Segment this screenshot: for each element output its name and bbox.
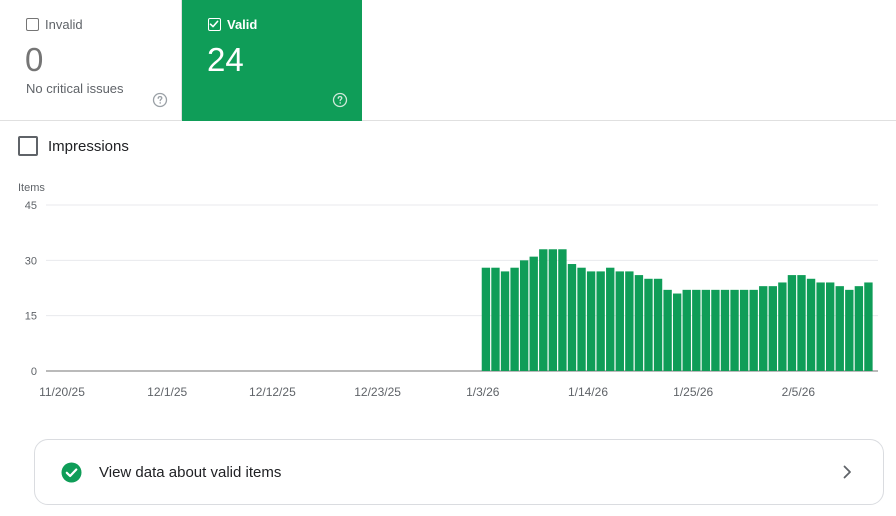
x-tick-label: 1/3/26 xyxy=(466,385,500,399)
view-valid-items-label: View data about valid items xyxy=(99,464,282,481)
help-circle-icon[interactable] xyxy=(152,92,168,108)
x-tick-label: 12/23/25 xyxy=(354,385,401,399)
bar xyxy=(625,271,634,371)
bar xyxy=(644,278,653,371)
invalid-checkbox[interactable] xyxy=(26,18,39,31)
bar xyxy=(634,275,644,371)
y-tick-label: 0 xyxy=(31,366,37,378)
impressions-toggle[interactable]: Impressions xyxy=(18,136,129,156)
bar xyxy=(510,267,519,371)
bar xyxy=(606,267,615,371)
bar xyxy=(864,282,873,371)
x-tick-label: 12/12/25 xyxy=(249,385,296,399)
bar xyxy=(539,249,548,371)
bar xyxy=(730,289,739,371)
invalid-card[interactable]: Invalid 0 No critical issues xyxy=(0,0,182,121)
bar xyxy=(759,286,768,371)
bar xyxy=(558,249,567,371)
impressions-checkbox[interactable] xyxy=(18,136,38,156)
chevron-right-icon[interactable] xyxy=(841,464,853,480)
bar xyxy=(586,271,596,371)
invalid-count: 0 xyxy=(25,41,44,78)
valid-count: 24 xyxy=(207,41,244,78)
bar xyxy=(826,282,835,371)
y-tick-label: 30 xyxy=(25,255,37,267)
bar xyxy=(615,271,624,371)
valid-label: Valid xyxy=(227,17,258,32)
bar xyxy=(787,275,797,371)
bar xyxy=(672,293,682,371)
bar xyxy=(491,267,500,371)
check-circle-icon xyxy=(61,462,82,483)
bar xyxy=(816,282,825,371)
bar xyxy=(768,286,777,371)
bar xyxy=(653,278,663,371)
checkmark-icon xyxy=(209,20,219,28)
y-axis-label: Items xyxy=(18,182,45,194)
bar xyxy=(749,289,758,371)
invalid-label: Invalid xyxy=(45,17,83,32)
bar xyxy=(692,289,701,371)
x-tick-label: 12/1/25 xyxy=(147,385,187,399)
bar xyxy=(720,289,730,371)
bar xyxy=(845,289,854,371)
bar xyxy=(481,267,491,371)
bar xyxy=(519,260,529,371)
bar xyxy=(806,278,816,371)
x-tick-label: 11/20/25 xyxy=(39,385,85,399)
valid-checkbox[interactable] xyxy=(208,18,221,31)
y-tick-label: 15 xyxy=(25,311,37,323)
bar xyxy=(682,289,691,371)
impressions-label: Impressions xyxy=(48,137,129,155)
x-tick-label: 2/5/26 xyxy=(782,385,816,399)
x-tick-label: 1/14/26 xyxy=(568,385,608,399)
cards-spacer xyxy=(362,0,896,121)
bar xyxy=(797,275,806,371)
bar xyxy=(548,249,558,371)
valid-card[interactable]: Valid 24 xyxy=(182,0,362,121)
bar xyxy=(577,267,586,371)
view-valid-items-row[interactable]: View data about valid items xyxy=(34,439,884,505)
bar xyxy=(739,289,749,371)
bar xyxy=(596,271,605,371)
y-tick-label: 45 xyxy=(25,200,37,212)
bar xyxy=(701,289,711,371)
bar xyxy=(567,264,577,371)
bar xyxy=(854,286,864,371)
bar xyxy=(663,289,672,371)
x-tick-label: 1/25/26 xyxy=(673,385,713,399)
status-cards: Invalid 0 No critical issues Valid 24 xyxy=(0,0,896,121)
help-circle-icon[interactable] xyxy=(332,92,348,108)
invalid-subtext: No critical issues xyxy=(26,81,124,96)
bar xyxy=(500,271,510,371)
bar xyxy=(778,282,787,371)
bar xyxy=(529,256,538,371)
bar xyxy=(711,289,720,371)
bar xyxy=(835,286,844,371)
valid-toggle[interactable]: Valid xyxy=(208,17,257,32)
invalid-toggle[interactable]: Invalid xyxy=(26,17,83,32)
items-bar-chart: Items 0 15 30 45 11/20/25 12/1/25 12/12/25 12/23… xyxy=(18,182,878,399)
